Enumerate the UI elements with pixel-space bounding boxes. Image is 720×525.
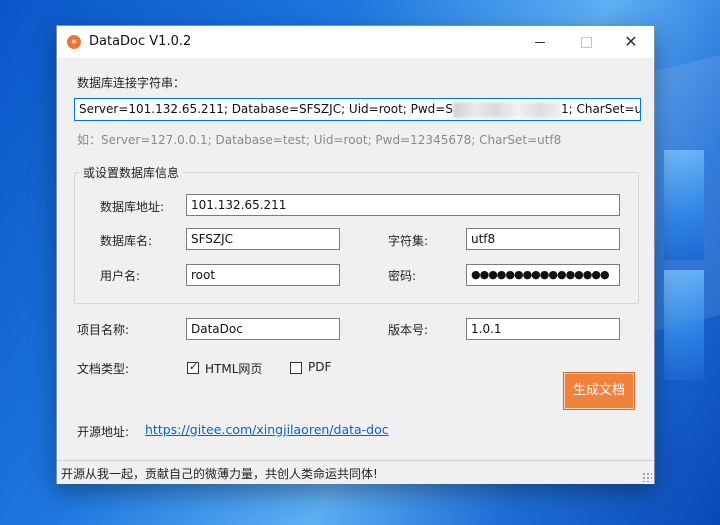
db-name-label: 数据库名:: [100, 234, 153, 248]
connection-string-example: 如：Server=127.0.0.1; Database=test; Uid=r…: [77, 133, 562, 147]
version-label: 版本号:: [388, 323, 429, 337]
datadoc-window: ≡ DataDoc V1.0.2 ✕ 数据库连接字符串： Server=101.…: [56, 25, 655, 484]
connection-string-text: Server=101.132.65.211; Database=SFSZJC; …: [79, 102, 453, 116]
windows-logo-pane: [664, 150, 704, 260]
windows-logo-pane: [664, 270, 704, 380]
username-input[interactable]: root: [186, 264, 340, 286]
connection-string-text-suffix: 1; CharSet=utf8: [560, 102, 641, 116]
minimize-icon: [535, 41, 545, 43]
doc-type-label: 文档类型:: [77, 362, 130, 376]
password-input[interactable]: ●●●●●●●●●●●●●●●●: [466, 264, 620, 286]
title-bar[interactable]: ≡ DataDoc V1.0.2 ✕: [57, 26, 654, 58]
password-label: 密码:: [388, 269, 417, 283]
resize-grip-icon[interactable]: [642, 472, 652, 482]
close-icon: ✕: [624, 32, 638, 51]
db-address-label: 数据库地址:: [100, 200, 165, 214]
redacted-password-blur: [452, 101, 561, 118]
project-name-label: 项目名称:: [77, 323, 130, 337]
pdf-option-label[interactable]: PDF: [308, 360, 331, 374]
maximize-icon: [580, 36, 592, 48]
minimize-button[interactable]: [517, 26, 563, 58]
version-input[interactable]: 1.0.1: [466, 318, 620, 340]
status-text: 开源从我一起，贡献自己的微薄力量，共创人类命运共同体!: [61, 467, 378, 481]
status-bar: 开源从我一起，贡献自己的微薄力量，共创人类命运共同体!: [57, 460, 654, 484]
source-url-label: 开源地址:: [77, 425, 130, 439]
pdf-checkbox[interactable]: [290, 362, 302, 374]
html-option-label[interactable]: HTML网页: [205, 360, 262, 377]
charset-label: 字符集:: [388, 234, 429, 248]
project-name-input[interactable]: DataDoc: [186, 318, 340, 340]
connection-string-input[interactable]: Server=101.132.65.211; Database=SFSZJC; …: [74, 98, 641, 121]
close-button[interactable]: ✕: [608, 26, 654, 58]
db-name-input[interactable]: SFSZJC: [186, 228, 340, 250]
db-address-input[interactable]: 101.132.65.211: [186, 194, 620, 216]
charset-input[interactable]: utf8: [466, 228, 620, 250]
connection-string-label: 数据库连接字符串：: [77, 76, 186, 90]
generate-doc-button[interactable]: 生成文档: [563, 372, 635, 410]
source-url-link[interactable]: https://gitee.com/xingjilaoren/data-doc: [145, 422, 389, 437]
window-title: DataDoc V1.0.2: [89, 34, 192, 49]
username-label: 用户名:: [100, 269, 141, 283]
datadoc-app-icon: ≡: [67, 35, 81, 49]
maximize-button[interactable]: [563, 26, 609, 58]
checkmark-icon: ✓: [189, 360, 199, 373]
html-checkbox[interactable]: ✓: [187, 360, 199, 374]
db-info-legend: 或设置数据库信息: [79, 164, 184, 181]
